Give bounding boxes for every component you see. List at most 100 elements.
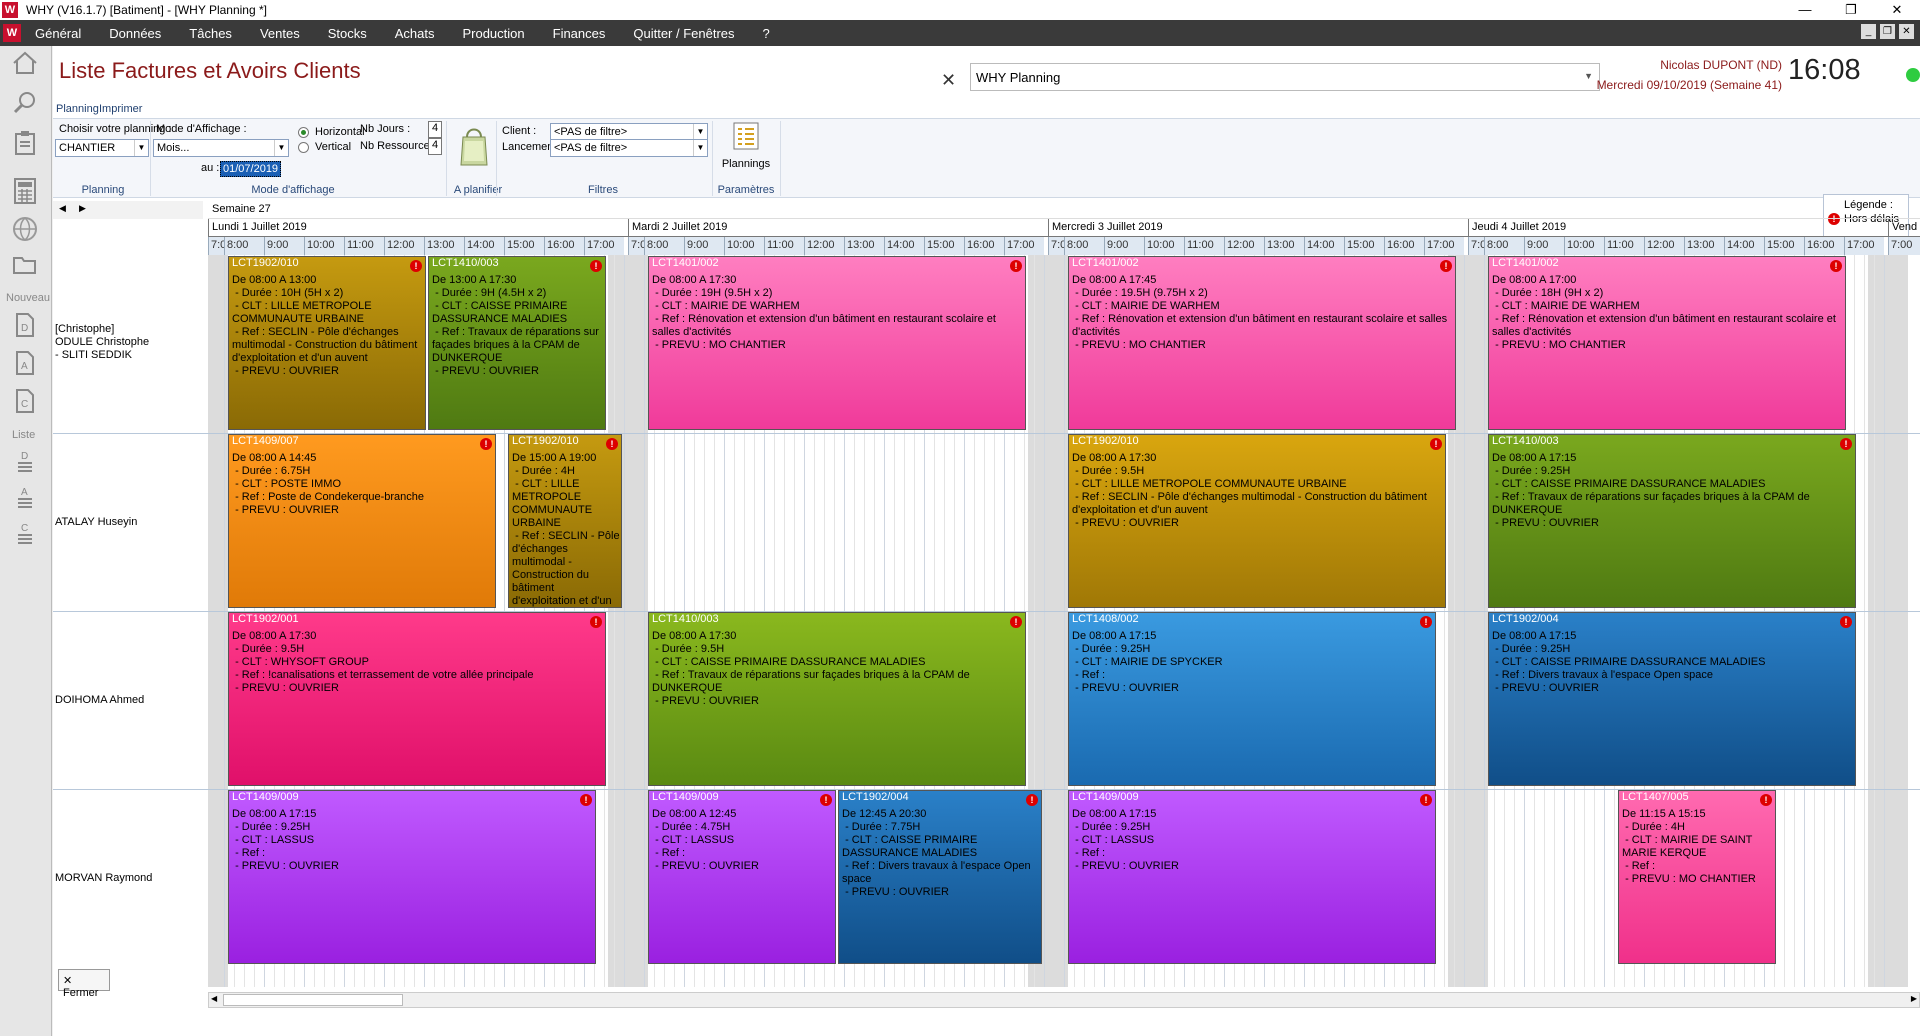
client-filter-value: <PAS de filtre> (554, 126, 628, 138)
a-planifier-bag-icon[interactable] (457, 123, 491, 167)
menu-taches[interactable]: Tâches (189, 26, 232, 41)
hour-header-cell: 9:00 (1524, 237, 1564, 255)
plannings-button[interactable]: Plannings (717, 121, 775, 181)
event-line: - CLT : LILLE METROPOLE COMMUNAUTE URBAI… (232, 300, 375, 325)
menu-stocks[interactable]: Stocks (328, 26, 367, 41)
event-card[interactable]: LCT1902/004! De 12:45 A 20:30 - Durée : 7… (838, 790, 1042, 964)
fermer-button[interactable]: ✕ Fermer (58, 969, 110, 999)
menu-production[interactable]: Production (462, 26, 524, 41)
event-line: - Ref : (1072, 669, 1106, 681)
event-card[interactable]: LCT1410/003! De 08:00 A 17:15 - Durée : 9… (1488, 434, 1856, 608)
folder-icon[interactable] (8, 248, 42, 282)
web-icon[interactable] (8, 212, 42, 246)
list-avoir-icon[interactable]: A (8, 480, 42, 514)
close-tab-icon[interactable]: ✕ (941, 70, 956, 91)
event-line: De 08:00 A 13:00 (232, 274, 317, 286)
event-card[interactable]: LCT1407/005! De 11:15 A 15:15 - Durée : 4… (1618, 790, 1776, 964)
event-card[interactable]: LCT1902/010! De 08:00 A 17:30 - Durée : 9… (1068, 434, 1446, 608)
home-icon[interactable] (8, 46, 42, 80)
ribbon: Choisir votre planning : CHANTIER ▼ Plan… (53, 119, 1920, 266)
mdi-minimize-button[interactable]: _ (1861, 24, 1876, 39)
clipboard-icon[interactable] (8, 126, 42, 160)
event-id: LCT1408/002 (1072, 613, 1139, 625)
grid-offhours (628, 255, 648, 987)
tab-planning[interactable]: Planning (56, 103, 99, 115)
event-card[interactable]: LCT1401/002! De 08:00 A 17:00 - Durée : 1… (1488, 256, 1846, 430)
hour-header-cell: 13:00 (844, 237, 884, 255)
planning-grid[interactable]: LCT1902/010! De 08:00 A 13:00 - Durée : 1… (208, 255, 1920, 987)
mdi-restore-button[interactable]: ❐ (1880, 24, 1895, 39)
event-line: - CLT : LASSUS (232, 834, 315, 846)
tab-imprimer[interactable]: Imprimer (99, 103, 142, 115)
scrollbar-thumb[interactable] (223, 994, 403, 1006)
event-line: - Durée : 9.5H (652, 643, 725, 655)
next-week-icon[interactable]: ▶ (79, 203, 86, 214)
date-au-input[interactable]: 01/07/2019 (220, 161, 282, 177)
window-select[interactable]: WHY Planning ▼ (970, 63, 1600, 91)
vertical-radio[interactable] (298, 142, 309, 153)
hour-header-cell: 15:00 (1764, 237, 1804, 255)
group-label-mode: Mode d'affichage (251, 184, 335, 196)
search-icon[interactable] (8, 86, 42, 120)
event-line: - Durée : 4H (512, 465, 575, 477)
prev-week-icon[interactable]: ◀ (59, 203, 66, 214)
event-line: - CLT : CAISSE PRIMAIRE DASSURANCE MALAD… (1492, 656, 1766, 668)
menu-ventes[interactable]: Ventes (260, 26, 300, 41)
planning-select[interactable]: CHANTIER ▼ (55, 139, 149, 157)
event-card[interactable]: LCT1902/010! De 15:00 A 19:00 - Durée : 4… (508, 434, 622, 608)
list-commande-icon[interactable]: C (8, 516, 42, 550)
event-line: - Durée : 9.5H (1072, 465, 1145, 477)
event-card[interactable]: LCT1410/003! De 13:00 A 17:30 - Durée : 9… (428, 256, 606, 430)
event-card[interactable]: LCT1401/002! De 08:00 A 17:45 - Durée : 1… (1068, 256, 1456, 430)
event-id: LCT1902/010 (1072, 435, 1139, 447)
calculator-icon[interactable] (8, 174, 42, 208)
horizontal-scrollbar[interactable]: ◀ ▶ (208, 992, 1920, 1008)
event-line: - PREVU : OUVRIER (1492, 682, 1599, 694)
grid-line (1864, 255, 1865, 987)
menu-general[interactable]: Général (35, 26, 81, 41)
event-card[interactable]: LCT1408/002! De 08:00 A 17:15 - Durée : 9… (1068, 612, 1436, 786)
event-card[interactable]: LCT1902/001! De 08:00 A 17:30 - Durée : 9… (228, 612, 606, 786)
list-devis-icon[interactable]: D (8, 444, 42, 478)
nb-jours-input[interactable]: 4 (428, 121, 442, 138)
event-id: LCT1401/002 (652, 257, 719, 269)
event-card[interactable]: LCT1409/007! De 08:00 A 14:45 - Durée : 6… (228, 434, 496, 608)
menu-logo-icon[interactable]: W (3, 24, 21, 42)
new-commande-icon[interactable]: C (8, 384, 42, 418)
event-card[interactable]: LCT1902/004! De 08:00 A 17:15 - Durée : 9… (1488, 612, 1856, 786)
menu-donnees[interactable]: Données (109, 26, 161, 41)
mdi-close-button[interactable]: ✕ (1899, 24, 1914, 39)
hour-header-cell: 12:00 (804, 237, 844, 255)
menu-achats[interactable]: Achats (395, 26, 435, 41)
hour-header-cell: 15:00 (1344, 237, 1384, 255)
menu-help[interactable]: ? (763, 26, 770, 41)
event-card[interactable]: LCT1409/009! De 08:00 A 17:15 - Durée : 9… (228, 790, 596, 964)
warning-icon: ! (1760, 794, 1772, 806)
new-devis-icon[interactable]: D (8, 308, 42, 342)
horizontal-radio[interactable] (298, 127, 309, 138)
mode-select[interactable]: Mois... ▼ (153, 139, 289, 157)
menu-quitter-fenetres[interactable]: Quitter / Fenêtres (633, 26, 734, 41)
event-card[interactable]: LCT1902/010! De 08:00 A 13:00 - Durée : 1… (228, 256, 426, 430)
nb-ressources-input[interactable]: 4 (428, 138, 442, 155)
grid-offhours (1468, 255, 1488, 987)
restore-button[interactable]: ❐ (1828, 0, 1874, 20)
event-line: - CLT : MAIRIE DE WARHEM (1072, 300, 1220, 312)
event-card[interactable]: LCT1409/009! De 08:00 A 17:15 - Durée : 9… (1068, 790, 1436, 964)
scroll-right-icon[interactable]: ▶ (1911, 994, 1917, 1003)
event-card[interactable]: LCT1401/002! De 08:00 A 17:30 - Durée : 1… (648, 256, 1026, 430)
event-line: - PREVU : OUVRIER (652, 695, 759, 707)
resource-label-line: [Christophe] (55, 323, 115, 335)
minimize-button[interactable]: — (1782, 0, 1828, 20)
event-line: De 15:00 A 19:00 (512, 452, 597, 464)
event-card[interactable]: LCT1410/003! De 08:00 A 17:30 - Durée : 9… (648, 612, 1026, 786)
menu-finances[interactable]: Finances (553, 26, 606, 41)
warning-icon: ! (1830, 260, 1842, 272)
lancement-filter-select[interactable]: <PAS de filtre> ▼ (550, 139, 708, 157)
event-card[interactable]: LCT1409/009! De 08:00 A 12:45 - Durée : 4… (648, 790, 836, 964)
planner: ◀ ▶ Semaine 27 Lundi 1 Juillet 2019 Mardi… (53, 201, 1920, 1017)
event-line: - Durée : 9H (4.5H x 2) (432, 287, 547, 299)
close-window-button[interactable]: ✕ (1874, 0, 1920, 20)
scroll-left-icon[interactable]: ◀ (211, 994, 217, 1003)
new-avoir-icon[interactable]: A (8, 346, 42, 380)
